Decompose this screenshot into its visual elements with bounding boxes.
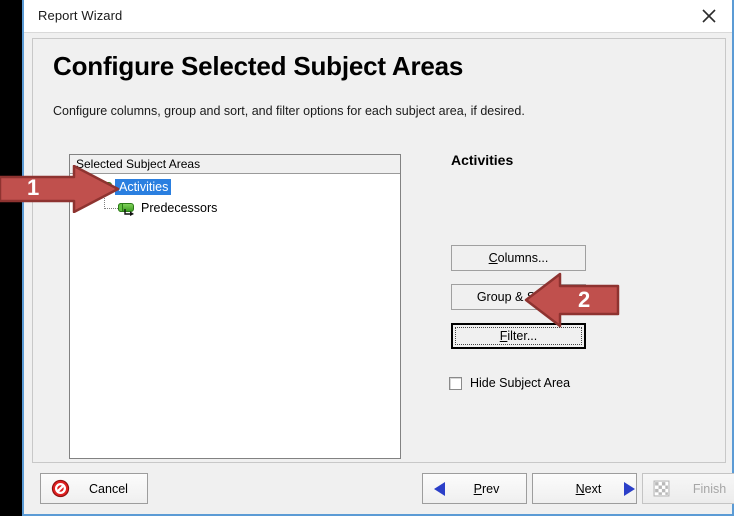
tree-node-label: Predecessors xyxy=(141,200,218,215)
title-bar: Report Wizard xyxy=(24,0,732,33)
selected-subject-areas-tree[interactable]: Selected Subject Areas Activities Predec… xyxy=(69,154,401,459)
checkbox-box[interactable] xyxy=(449,376,462,390)
screenshot-root: Report Wizard Configure Selected Subject… xyxy=(0,0,734,516)
filter-button[interactable]: Filter... xyxy=(451,323,586,349)
cancel-button[interactable]: Cancel xyxy=(40,473,148,504)
group-and-sort-button[interactable]: Group & Sort... xyxy=(451,284,586,310)
finish-button-label: Finish xyxy=(692,481,727,496)
wizard-content-panel: Configure Selected Subject Areas Configu… xyxy=(32,38,726,463)
tree-column-header: Selected Subject Areas xyxy=(70,155,400,174)
tree-node-activities[interactable]: Activities xyxy=(96,177,172,196)
subject-area-icon xyxy=(96,180,113,193)
checkbox-label: Hide Subject Area xyxy=(470,376,571,390)
group-and-sort-button-label: Group & Sort... xyxy=(476,290,561,304)
filter-button-label: Filter... xyxy=(499,329,538,343)
page-title: Configure Selected Subject Areas xyxy=(53,51,464,81)
tree-node-predecessors[interactable]: Predecessors xyxy=(118,198,220,217)
cancel-icon xyxy=(51,479,70,498)
window-title: Report Wizard xyxy=(38,8,123,23)
close-icon[interactable] xyxy=(686,0,732,32)
prev-button[interactable]: Prev xyxy=(422,473,527,504)
triangle-left-icon xyxy=(434,481,445,496)
triangle-right-icon xyxy=(624,481,635,496)
report-wizard-dialog: Report Wizard Configure Selected Subject… xyxy=(22,0,734,516)
next-button[interactable]: Next xyxy=(532,473,637,504)
left-black-margin xyxy=(0,0,22,516)
tree-body[interactable]: Activities Predecessors xyxy=(70,175,400,458)
subject-area-link-icon xyxy=(118,201,135,216)
wizard-footer: Cancel Prev Next Finish xyxy=(32,469,734,509)
tree-node-label: Activities xyxy=(115,178,172,195)
prev-button-label: Prev xyxy=(473,481,500,496)
subject-area-heading: Activities xyxy=(451,152,514,168)
hide-subject-area-checkbox[interactable]: Hide Subject Area xyxy=(449,376,570,390)
tree-connector-line xyxy=(104,196,118,209)
columns-button[interactable]: Columns... xyxy=(451,245,586,271)
next-button-label: Next xyxy=(575,481,602,496)
finish-button: Finish xyxy=(642,473,734,504)
page-subtitle: Configure columns, group and sort, and f… xyxy=(53,104,525,118)
checkered-flag-icon xyxy=(653,480,670,497)
cancel-button-label: Cancel xyxy=(89,481,128,496)
columns-button-label: Columns... xyxy=(488,251,549,265)
